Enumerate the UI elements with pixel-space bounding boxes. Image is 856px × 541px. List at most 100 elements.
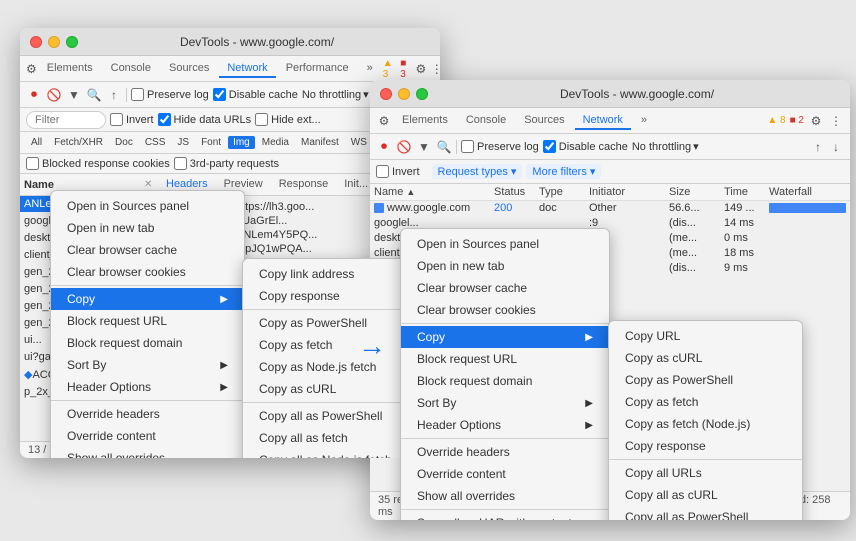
devtools-icon-1[interactable]: ⚙ — [26, 61, 37, 77]
type-fetch-1[interactable]: Fetch/XHR — [49, 136, 108, 149]
copy-curl-2[interactable]: Copy as cURL — [609, 347, 802, 369]
menu-item-clear-cookies-1[interactable]: Clear browser cookies — [51, 261, 244, 283]
tab-elements-2[interactable]: Elements — [394, 112, 456, 130]
tab-more-1[interactable]: » — [359, 60, 381, 78]
copy-all-curl-2[interactable]: Copy all as cURL — [609, 484, 802, 506]
download-icon-2[interactable]: ↓ — [828, 139, 844, 155]
tab-console-2[interactable]: Console — [458, 112, 514, 130]
minimize-button-2[interactable] — [398, 88, 410, 100]
menu-item-open-sources-1[interactable]: Open in Sources panel — [51, 195, 244, 217]
more-filters-btn-2[interactable]: More filters ▾ — [526, 164, 601, 179]
invert-label-1[interactable]: Invert — [110, 113, 154, 126]
settings-icon-2[interactable]: ⚙ — [808, 113, 824, 129]
third-party-cb-1[interactable] — [174, 157, 187, 170]
menu-item-override-headers-2[interactable]: Override headers — [401, 441, 609, 463]
type-media-1[interactable]: Media — [257, 136, 294, 149]
disable-cache-cb-2[interactable] — [543, 140, 556, 153]
menu-item-clear-cookies-2[interactable]: Clear browser cookies — [401, 299, 609, 321]
copy-response-2[interactable]: Copy response — [609, 435, 802, 457]
third-party-cb-label-1[interactable]: 3rd-party requests — [174, 157, 279, 170]
copy-all-urls-2[interactable]: Copy all URLs — [609, 462, 802, 484]
menu-item-sort-2[interactable]: Sort By ▶ — [401, 392, 609, 414]
menu-item-sort-1[interactable]: Sort By ▶ — [51, 354, 244, 376]
col-time-header-2[interactable]: Time — [724, 186, 769, 198]
upload-icon-2[interactable]: ↑ — [810, 139, 826, 155]
menu-item-copy-2[interactable]: Copy ▶ — [401, 326, 609, 348]
menu-item-save-har-2[interactable]: Save all as HAR with content — [401, 512, 609, 520]
request-types-btn-2[interactable]: Request types ▾ — [432, 164, 523, 179]
minimize-button-1[interactable] — [48, 36, 60, 48]
menu-item-copy-1[interactable]: Copy ▶ — [51, 288, 244, 310]
disable-cache-label-1[interactable]: Disable cache — [213, 88, 298, 101]
invert-cb-1[interactable] — [110, 113, 123, 126]
preserve-log-label-1[interactable]: Preserve log — [131, 88, 209, 101]
preserve-log-label-2[interactable]: Preserve log — [461, 140, 539, 153]
menu-item-header-opts-2[interactable]: Header Options ▶ — [401, 414, 609, 436]
maximize-button-2[interactable] — [416, 88, 428, 100]
maximize-button-1[interactable] — [66, 36, 78, 48]
type-doc-1[interactable]: Doc — [110, 136, 138, 149]
copy-fetch-2[interactable]: Copy as fetch — [609, 391, 802, 413]
type-js-1[interactable]: JS — [172, 136, 194, 149]
record-btn-2[interactable]: ⏺ — [376, 139, 392, 155]
menu-item-block-domain-1[interactable]: Block request domain — [51, 332, 244, 354]
col-size-header-2[interactable]: Size — [669, 186, 724, 198]
col-initiator-header-2[interactable]: Initiator — [589, 186, 669, 198]
col-type-header-2[interactable]: Type — [539, 186, 589, 198]
menu-item-open-tab-2[interactable]: Open in new tab — [401, 255, 609, 277]
preserve-log-cb-1[interactable] — [131, 88, 144, 101]
search-icon-2[interactable]: 🔍 — [436, 139, 452, 155]
record-btn-1[interactable]: ⏺ — [26, 87, 42, 103]
hide-data-urls-cb-1[interactable] — [158, 113, 171, 126]
menu-item-show-overrides-2[interactable]: Show all overrides — [401, 485, 609, 507]
hide-data-urls-label-1[interactable]: Hide data URLs — [158, 113, 252, 126]
throttling-select-1[interactable]: No throttling ▾ — [302, 88, 369, 101]
throttling-select-2[interactable]: No throttling ▾ — [632, 140, 699, 153]
type-font-1[interactable]: Font — [196, 136, 226, 149]
tab-sources-2[interactable]: Sources — [516, 112, 572, 130]
copy-all-ps-2[interactable]: Copy all as PowerShell — [609, 506, 802, 520]
menu-item-override-content-1[interactable]: Override content — [51, 425, 244, 447]
menu-item-header-opts-1[interactable]: Header Options ▶ — [51, 376, 244, 398]
copy-url-2[interactable]: Copy URL — [609, 325, 802, 347]
type-img-1[interactable]: Img — [228, 136, 255, 149]
col-waterfall-header-2[interactable]: Waterfall — [769, 186, 846, 198]
close-button-2[interactable] — [380, 88, 392, 100]
blocked-cb-label-1[interactable]: Blocked response cookies — [26, 157, 170, 170]
filter-icon-2[interactable]: ▼ — [416, 139, 432, 155]
menu-item-block-domain-2[interactable]: Block request domain — [401, 370, 609, 392]
menu-item-open-sources-2[interactable]: Open in Sources panel — [401, 233, 609, 255]
menu-item-override-headers-1[interactable]: Override headers — [51, 403, 244, 425]
menu-item-override-content-2[interactable]: Override content — [401, 463, 609, 485]
close-button-1[interactable] — [30, 36, 42, 48]
invert-cb-2[interactable] — [376, 165, 389, 178]
tab-network-2[interactable]: Network — [575, 112, 631, 130]
menu-item-open-tab-1[interactable]: Open in new tab — [51, 217, 244, 239]
type-css-1[interactable]: CSS — [140, 136, 171, 149]
tab-console-1[interactable]: Console — [103, 60, 159, 78]
col-status-header-2[interactable]: Status — [494, 186, 539, 198]
devtools-icon-2[interactable]: ⚙ — [376, 113, 392, 129]
tab-sources-1[interactable]: Sources — [161, 60, 217, 78]
copy-nodejs-2[interactable]: Copy as fetch (Node.js) — [609, 413, 802, 435]
close-panel-btn-1[interactable]: ✕ — [144, 179, 158, 190]
tab-more-2[interactable]: » — [633, 112, 655, 130]
hide-ext-label-1[interactable]: Hide ext... — [255, 113, 321, 126]
settings-icon-1[interactable]: ⚙ — [415, 61, 427, 77]
menu-item-block-url-1[interactable]: Block request URL — [51, 310, 244, 332]
invert-label-2[interactable]: Invert — [376, 165, 420, 178]
clear-btn-2[interactable]: 🚫 — [396, 139, 412, 155]
clear-btn-1[interactable]: 🚫 — [46, 87, 62, 103]
col-name-header-2[interactable]: Name ▲ — [374, 186, 494, 198]
copy-ps-2[interactable]: Copy as PowerShell — [609, 369, 802, 391]
menu-item-clear-cache-2[interactable]: Clear browser cache — [401, 277, 609, 299]
blocked-cb-1[interactable] — [26, 157, 39, 170]
type-ws-1[interactable]: WS — [346, 136, 372, 149]
more-icon-2[interactable]: ⋮ — [828, 113, 844, 129]
tab-elements-1[interactable]: Elements — [39, 60, 101, 78]
filter-input-1[interactable] — [26, 111, 106, 129]
import-icon-1[interactable]: ↑ — [106, 87, 122, 103]
menu-item-clear-cache-1[interactable]: Clear browser cache — [51, 239, 244, 261]
table-row-2-1[interactable]: www.google.com 200 doc Other 56.6... 149… — [370, 201, 850, 216]
tab-response-1[interactable]: Response — [271, 176, 337, 194]
